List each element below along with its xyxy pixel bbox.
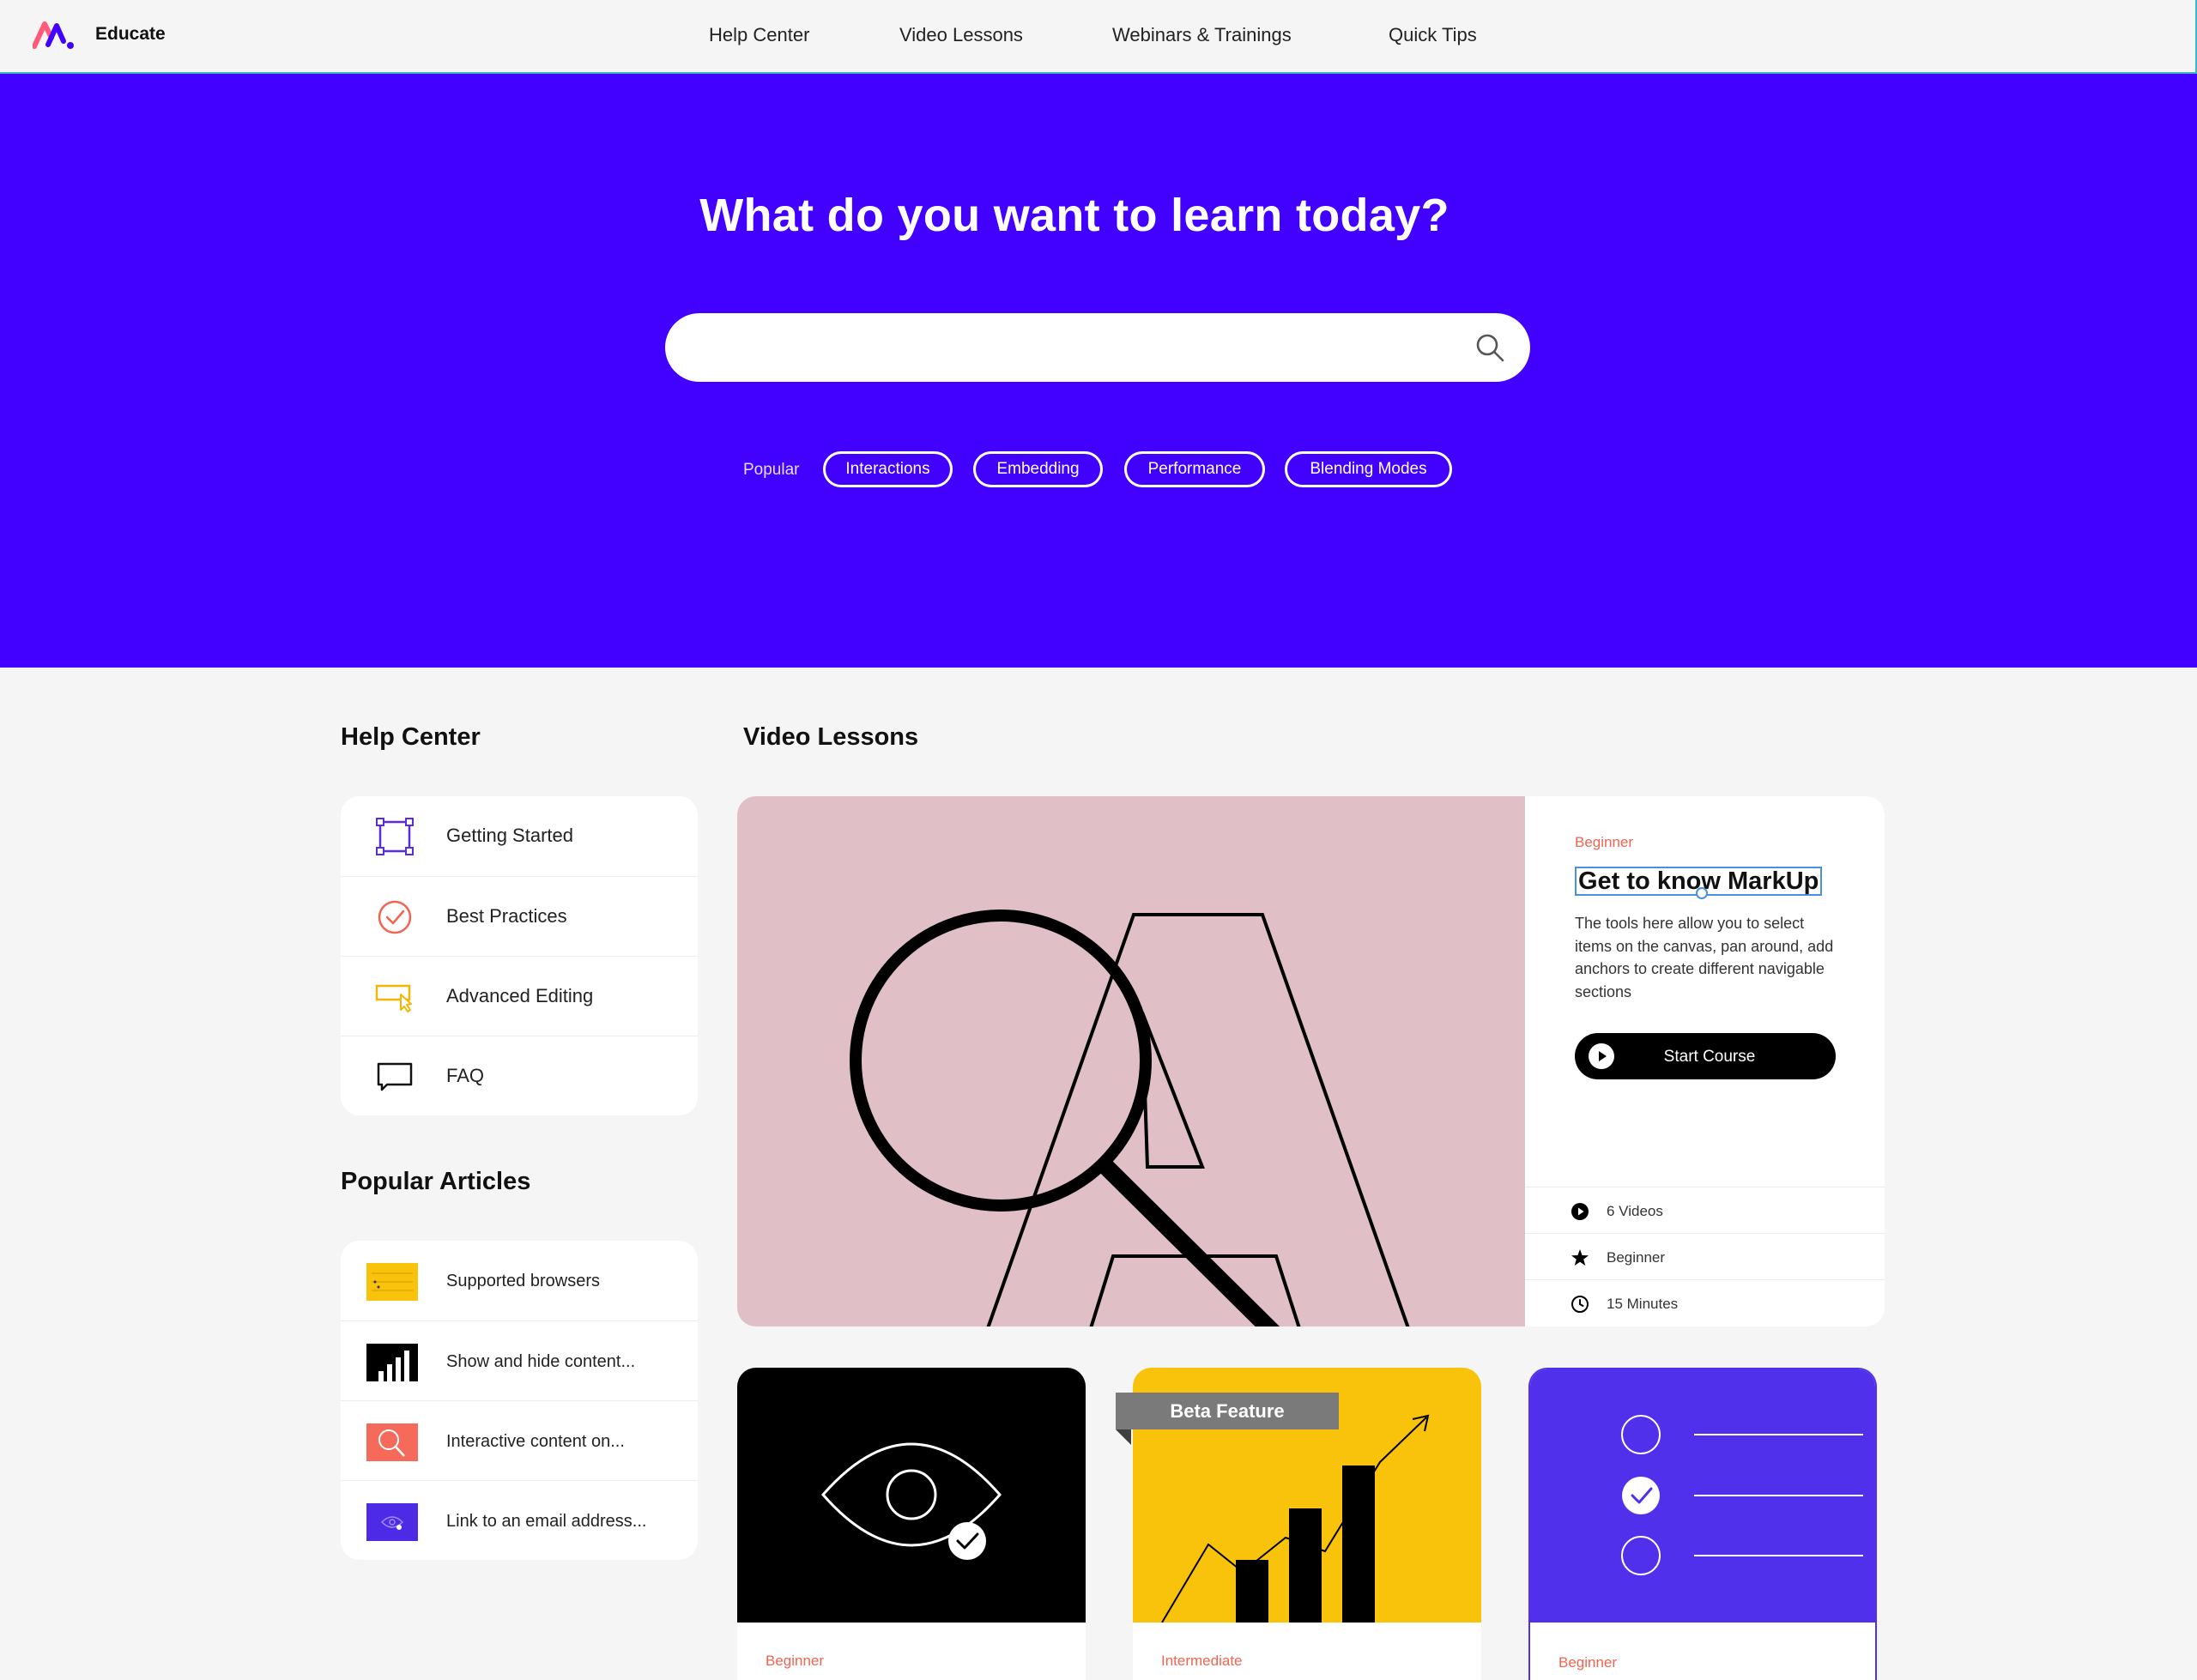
help-item-label: Best Practices <box>446 905 567 927</box>
search-icon[interactable] <box>1473 330 1507 365</box>
featured-description: The tools here allow you to select items… <box>1575 915 1834 1000</box>
video-lessons-heading: Video Lessons <box>743 723 919 751</box>
clock-icon <box>1571 1296 1589 1313</box>
article-supported-browsers[interactable]: Supported browsers <box>341 1241 698 1320</box>
article-interactive-content[interactable]: Interactive content on... <box>341 1400 698 1480</box>
cursor-box-icon <box>375 984 412 1012</box>
featured-lesson-illustration <box>737 796 1525 1326</box>
tag-blending-modes[interactable]: Blending Modes <box>1285 451 1452 487</box>
article-label: Show and hide content... <box>446 1352 636 1371</box>
checklist-illustration <box>1530 1369 1875 1623</box>
article-show-hide-content[interactable]: Show and hide content... <box>341 1320 698 1400</box>
selection-handle[interactable] <box>1696 887 1708 899</box>
meta-videos: 6 Videos <box>1525 1187 1885 1233</box>
star-icon <box>1571 1249 1589 1266</box>
help-item-getting-started[interactable]: Getting Started <box>341 796 698 876</box>
help-item-advanced-editing[interactable]: Advanced Editing <box>341 956 698 1036</box>
meta-label: 15 Minutes <box>1607 1296 1679 1312</box>
card-level: Intermediate <box>1161 1653 1243 1669</box>
article-label: Link to an email address... <box>446 1512 647 1531</box>
help-item-label: Advanced Editing <box>446 985 594 1006</box>
play-circle-icon <box>1571 1203 1589 1220</box>
article-label: Interactive content on... <box>446 1432 625 1451</box>
popular-articles-heading: Popular Articles <box>341 1168 531 1195</box>
search-input[interactable] <box>699 330 1455 365</box>
article-label: Supported browsers <box>446 1272 600 1290</box>
help-item-best-practices[interactable]: Best Practices <box>341 876 698 956</box>
meta-level: Beginner <box>1525 1233 1885 1279</box>
tag-interactions[interactable]: Interactions <box>823 451 953 487</box>
top-navigation-bar: Educate Help Center Video Lessons Webina… <box>0 0 2197 74</box>
popular-articles-list: Supported browsers Show and hide content… <box>341 1241 698 1560</box>
popular-tags: Popular Interactions Embedding Performan… <box>0 451 2197 489</box>
nav-help-center[interactable]: Help Center <box>709 24 809 46</box>
meta-label: Beginner <box>1607 1249 1666 1266</box>
card-level: Beginner <box>1558 1654 1618 1671</box>
help-center-list: Getting Started Best Practices Advanced … <box>341 796 698 1115</box>
tag-embedding[interactable]: Embedding <box>973 451 1103 487</box>
lesson-card-1[interactable]: Beginner <box>737 1368 1086 1680</box>
check-circle-icon <box>378 900 412 934</box>
eye-check-illustration <box>737 1368 1086 1623</box>
help-item-faq[interactable]: FAQ <box>341 1036 698 1115</box>
beta-feature-badge: Beta Feature <box>1116 1393 1339 1429</box>
card-level: Beginner <box>766 1653 825 1669</box>
featured-level: Beginner <box>1575 834 1634 850</box>
tag-performance[interactable]: Performance <box>1124 451 1265 487</box>
main-nav: Help Center Video Lessons Webinars & Tra… <box>0 24 2197 50</box>
article-link-email[interactable]: Link to an email address... <box>341 1480 698 1560</box>
yellow-notes-thumbnail <box>366 1263 418 1301</box>
hero-banner: What do you want to learn today? Popular… <box>0 74 2197 668</box>
lesson-card-3[interactable]: Beginner <box>1528 1368 1877 1680</box>
speech-bubble-icon <box>377 1062 413 1091</box>
help-item-label: FAQ <box>446 1065 485 1086</box>
badge-fold <box>1116 1429 1131 1445</box>
nav-video-lessons[interactable]: Video Lessons <box>899 24 1023 46</box>
magnifier-thumbnail <box>366 1423 418 1461</box>
nav-webinars-trainings[interactable]: Webinars & Trainings <box>1112 24 1292 46</box>
help-item-label: Getting Started <box>446 825 573 846</box>
meta-label: 6 Videos <box>1607 1203 1663 1219</box>
popular-label: Popular <box>743 461 800 479</box>
meta-duration: 15 Minutes <box>1525 1279 1885 1326</box>
start-course-button[interactable]: Start Course <box>1575 1033 1836 1079</box>
nav-quick-tips[interactable]: Quick Tips <box>1389 24 1477 46</box>
bar-chart-thumbnail <box>366 1344 418 1381</box>
magnifier-letter-a-illustration <box>850 909 1410 1326</box>
help-center-heading: Help Center <box>341 723 481 751</box>
eye-thumbnail <box>366 1503 418 1541</box>
frame-select-icon <box>376 818 414 855</box>
search-bar[interactable] <box>665 313 1530 382</box>
start-course-label: Start Course <box>1663 1048 1756 1066</box>
hero-title: What do you want to learn today? <box>699 190 1450 241</box>
